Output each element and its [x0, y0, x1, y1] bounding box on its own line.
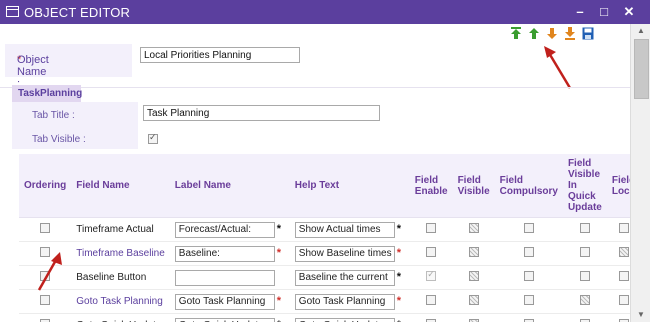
table-row: Timeframe Actual Forecast/Actual: * Show Ac… [19, 217, 630, 242]
table-header-row: Ordering Field Name Label Name Help Text… [19, 154, 630, 218]
field-visible-checkbox[interactable] [468, 223, 479, 233]
field-visible-checkbox[interactable] [468, 247, 479, 257]
field-compulsory-checkbox[interactable] [523, 223, 534, 233]
field-name-cell: Goto Quick Update [71, 313, 170, 322]
required-marker: * [276, 295, 282, 308]
field-lock-checkbox[interactable] [618, 223, 629, 233]
required-marker: * [396, 247, 402, 260]
field-name-cell: Timeframe Actual [71, 217, 170, 242]
field-compulsory-checkbox[interactable] [523, 271, 534, 281]
field-visible-checkbox[interactable] [468, 295, 479, 305]
table-row: Baseline Button Baseline the current * [19, 265, 630, 290]
move-top-icon[interactable] [510, 27, 522, 40]
col-field-visible-quick-update: Field Visible In Quick Update [562, 154, 607, 218]
required-marker: * [396, 295, 402, 308]
editor-content: * Object Name : Local Priorities Plannin… [0, 24, 630, 322]
scroll-down-icon[interactable]: ▼ [631, 308, 650, 322]
scroll-thumb[interactable] [634, 39, 649, 99]
field-visible-checkbox[interactable] [468, 271, 479, 281]
vertical-scrollbar[interactable]: ▲ ▼ [630, 24, 650, 322]
field-enable-checkbox[interactable] [426, 247, 437, 257]
help-text-input[interactable]: Baseline the current [294, 269, 395, 286]
field-quick-update-checkbox[interactable] [579, 247, 590, 257]
field-compulsory-checkbox[interactable] [523, 247, 534, 257]
move-up-icon[interactable] [528, 27, 540, 40]
field-name-cell[interactable]: Goto Task Planning [71, 289, 170, 314]
required-marker: * [396, 223, 402, 236]
tab-visible-label: Tab Visible : [32, 134, 86, 145]
help-text-input[interactable]: Show Baseline times [294, 245, 395, 262]
label-name-input[interactable]: Goto Task Planning [174, 293, 275, 310]
col-help-text: Help Text [289, 154, 410, 218]
field-enable-checkbox[interactable] [426, 269, 437, 281]
minimize-button[interactable]: – [571, 3, 589, 21]
col-field-visible: Field Visible [452, 154, 495, 218]
field-quick-update-checkbox[interactable] [579, 223, 590, 233]
field-quick-update-checkbox[interactable] [579, 271, 590, 281]
scroll-up-icon[interactable]: ▲ [631, 24, 650, 38]
save-icon[interactable] [582, 27, 594, 40]
fields-table: Ordering Field Name Label Name Help Text… [19, 154, 630, 322]
close-button[interactable]: ✕ [620, 3, 638, 21]
label-name-input[interactable]: Forecast/Actual: [174, 221, 275, 238]
col-field-enable: Field Enable [409, 154, 453, 218]
label-name-input[interactable]: Goto Quick Update [174, 317, 275, 322]
tab-taskplanning[interactable]: TaskPlanning [12, 85, 83, 102]
help-text-input[interactable]: Show Actual times [294, 221, 395, 238]
field-lock-checkbox[interactable] [618, 271, 629, 281]
col-field-name: Field Name [71, 154, 170, 218]
required-marker: * [276, 247, 282, 260]
tab-taskplanning-label: TaskPlanning [18, 88, 83, 99]
object-name-label-cell: * Object Name : [5, 44, 132, 90]
tab-title-label: Tab Title : [32, 110, 75, 121]
table-row: Timeframe Baseline Baseline: * Show Baselin… [19, 241, 630, 266]
field-compulsory-checkbox[interactable] [523, 295, 534, 305]
help-text-input[interactable]: Goto Quick Update [294, 317, 395, 322]
help-text-input[interactable]: Goto Task Planning [294, 293, 395, 310]
field-name-cell: Baseline Button [71, 265, 170, 290]
field-quick-update-checkbox[interactable] [579, 295, 590, 305]
table-row: Goto Quick UpdateGoto Quick Update*Goto … [19, 313, 630, 322]
maximize-button[interactable]: □ [595, 3, 613, 21]
move-bottom-icon[interactable] [564, 27, 576, 40]
col-field-lock: Field Lock [606, 154, 630, 218]
tab-title-input[interactable]: Task Planning [143, 105, 380, 121]
label-name-input[interactable] [174, 269, 275, 286]
ordering-checkbox[interactable] [40, 223, 51, 233]
col-label-name: Label Name [169, 154, 290, 218]
col-ordering: Ordering [19, 154, 72, 218]
section-divider [0, 87, 630, 88]
title-bar: OBJECT EDITOR – □ ✕ [0, 0, 650, 24]
field-lock-checkbox[interactable] [618, 247, 629, 257]
field-name-cell[interactable]: Timeframe Baseline [71, 241, 170, 266]
tab-visible-checkbox[interactable] [148, 132, 158, 144]
col-field-compulsory: Field Compulsory [494, 154, 563, 218]
window-title: OBJECT EDITOR [24, 5, 131, 20]
label-name-input[interactable]: Baseline: [174, 245, 275, 262]
tab-settings-panel: Tab Title : Tab Visible : [12, 102, 138, 149]
toolbar [510, 27, 602, 43]
annotation-arrow-ordering [37, 252, 62, 291]
field-lock-checkbox[interactable] [618, 295, 629, 305]
required-marker: * [396, 271, 402, 284]
table-row: Goto Task Planning Goto Task Planning * Got… [19, 289, 630, 314]
move-down-icon[interactable] [546, 27, 558, 40]
required-marker: * [276, 223, 282, 236]
field-enable-checkbox[interactable] [426, 295, 437, 305]
object-name-input[interactable]: Local Priorities Planning [140, 47, 300, 63]
field-enable-checkbox[interactable] [426, 223, 437, 233]
window-icon [6, 6, 19, 17]
